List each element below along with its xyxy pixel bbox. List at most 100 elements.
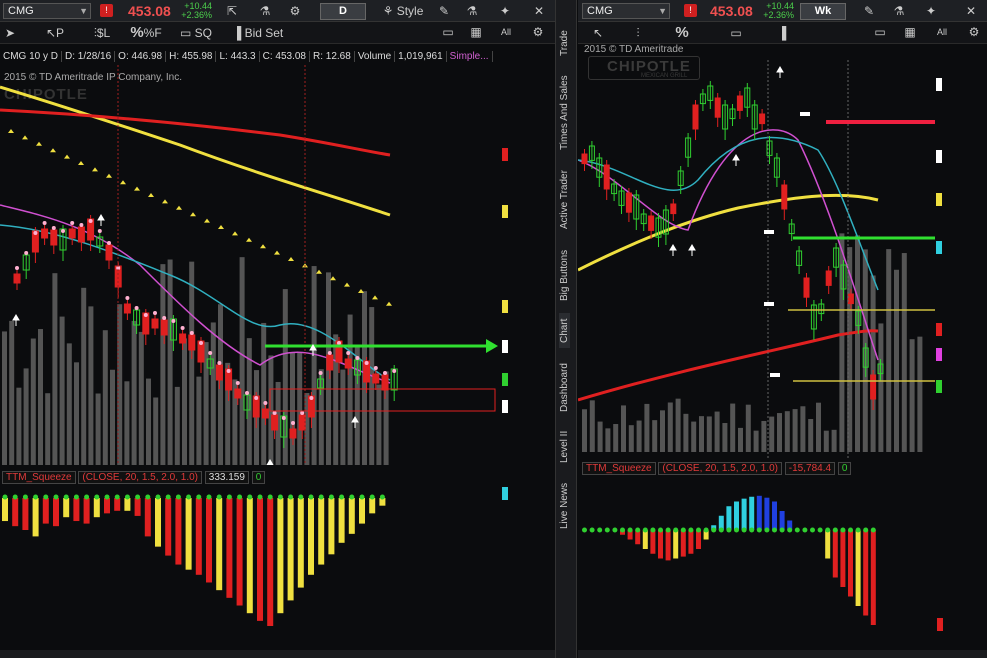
squeeze-dot	[794, 527, 800, 533]
volume-bar	[117, 304, 123, 465]
volume-bar	[831, 429, 837, 452]
right-symbol-selector[interactable]: CMG ▼	[582, 3, 670, 19]
squeeze-dot	[175, 494, 181, 500]
bid-set-tool[interactable]: ▐ Bid Set	[230, 22, 286, 44]
star-icon[interactable]: ✦	[496, 0, 514, 22]
percent-icon[interactable]: %	[674, 22, 690, 44]
squeeze-dot	[114, 494, 120, 500]
pointer-tool[interactable]: ↖P	[40, 22, 70, 44]
alert-icon[interactable]: !	[100, 4, 113, 17]
volume-bar	[182, 338, 187, 465]
squeeze-dot	[328, 494, 334, 500]
left-symbol-selector[interactable]: CMG ▼	[3, 3, 91, 19]
signal-dot	[327, 351, 332, 355]
signal-dot	[199, 341, 203, 345]
sidebar-chart[interactable]: Chart	[559, 313, 570, 348]
volume-bar	[146, 378, 151, 465]
signal-dot	[79, 223, 84, 227]
right-symbol-text: CMG	[587, 5, 613, 17]
sidebar-active-trader[interactable]: Active Trader	[559, 165, 570, 235]
gear-icon[interactable]: ⚙	[286, 0, 304, 22]
settings-icon[interactable]: ⚙	[964, 22, 984, 42]
study-name[interactable]: TTM_Squeeze	[582, 462, 656, 475]
window-icon[interactable]: ▭	[438, 22, 458, 42]
left-last-price: 453.08	[128, 3, 171, 19]
study-value: -15,784.4	[784, 462, 836, 475]
volume-bar	[297, 352, 303, 465]
alert-icon[interactable]: !	[684, 4, 697, 17]
candle-body	[289, 428, 297, 439]
sidebar-big-buttons[interactable]: Big Buttons	[559, 245, 570, 305]
price-label	[936, 241, 942, 254]
candle-body	[13, 273, 21, 284]
window-icon[interactable]: ▭	[870, 22, 890, 42]
volume-bar	[667, 402, 673, 452]
percent-tool[interactable]: %%F	[127, 22, 165, 44]
squeeze-bar	[734, 501, 739, 530]
squeeze-bar	[53, 498, 59, 527]
right-scroll-bar[interactable]	[578, 650, 987, 658]
sidebar-times-and-sales[interactable]: Times And Sales	[559, 70, 570, 155]
sidebar-live-news[interactable]: Live News	[559, 478, 570, 533]
squeeze-bar	[267, 498, 274, 626]
squeeze-bar	[328, 498, 335, 555]
flask-icon[interactable]: ⚗	[890, 0, 908, 22]
info-range: R: 12.68	[310, 51, 355, 62]
all-button[interactable]: All	[932, 22, 952, 42]
left-squeeze-chart[interactable]	[0, 488, 500, 633]
star-icon[interactable]: ✦	[922, 0, 940, 22]
left-period-button[interactable]: D	[320, 3, 366, 20]
close-icon[interactable]: ✕	[962, 0, 980, 22]
sl-tool[interactable]: ⫶$L	[84, 22, 120, 44]
flask-icon[interactable]: ⚗	[256, 0, 274, 22]
squeeze-dot	[802, 527, 808, 533]
squeeze-dot	[155, 494, 161, 500]
signal-arrow	[776, 66, 784, 78]
candle-body	[105, 244, 113, 261]
volume-bar	[74, 362, 79, 465]
flask-icon[interactable]: ⚗	[463, 0, 481, 22]
signal-dot	[281, 416, 286, 420]
sidebar-dashboard[interactable]: Dashboard	[559, 358, 570, 418]
grid-icon[interactable]: ▦	[900, 22, 920, 42]
style-menu[interactable]: ⚘ Style	[378, 0, 428, 22]
cursor-icon[interactable]: ➤	[4, 22, 16, 44]
sidebar-trade[interactable]: Trade	[559, 28, 570, 58]
left-scroll-bar[interactable]	[0, 650, 555, 658]
share-icon[interactable]: ⇱	[223, 0, 241, 22]
signal-arrow	[669, 244, 677, 256]
info-close: C: 453.08	[259, 51, 310, 62]
pencil-icon[interactable]: ✎	[435, 0, 453, 22]
sar-marker	[344, 282, 350, 287]
bid-icon[interactable]: ▐	[774, 22, 790, 44]
sidebar-level-ii[interactable]: Level II	[559, 428, 570, 466]
squeeze-dot	[124, 494, 130, 500]
info-open: O: 446.98	[115, 51, 167, 62]
arrow-icon[interactable]: ↖	[590, 22, 606, 44]
left-price-chart[interactable]	[0, 65, 500, 465]
all-button[interactable]: All	[496, 22, 516, 42]
pencil-icon[interactable]: ✎	[860, 0, 878, 22]
squeeze-bar	[73, 498, 80, 522]
bars-icon[interactable]: ⫶	[630, 22, 646, 44]
signal-dot	[143, 313, 148, 317]
squeeze-bar	[650, 530, 656, 554]
square-icon[interactable]: ▭	[728, 22, 744, 44]
signal-dot	[33, 231, 38, 235]
squeeze-bar	[104, 498, 110, 514]
right-period-button[interactable]: Wk	[800, 3, 846, 20]
squeeze-dot	[135, 494, 141, 500]
candle-body	[648, 215, 655, 231]
squeeze-bar	[236, 498, 243, 606]
grid-icon[interactable]: ▦	[466, 22, 486, 42]
settings-icon[interactable]: ⚙	[528, 22, 548, 42]
study-name[interactable]: TTM_Squeeze	[2, 471, 76, 484]
right-price-chart[interactable]	[578, 60, 935, 460]
squeeze-dot	[696, 527, 701, 533]
price-label	[936, 323, 942, 336]
squeeze-bar	[12, 498, 19, 527]
close-icon[interactable]: ✕	[530, 0, 548, 22]
right-squeeze-chart[interactable]	[578, 478, 935, 633]
sq-tool[interactable]: ▭ SQ	[178, 22, 214, 44]
volume-bar	[855, 235, 860, 452]
